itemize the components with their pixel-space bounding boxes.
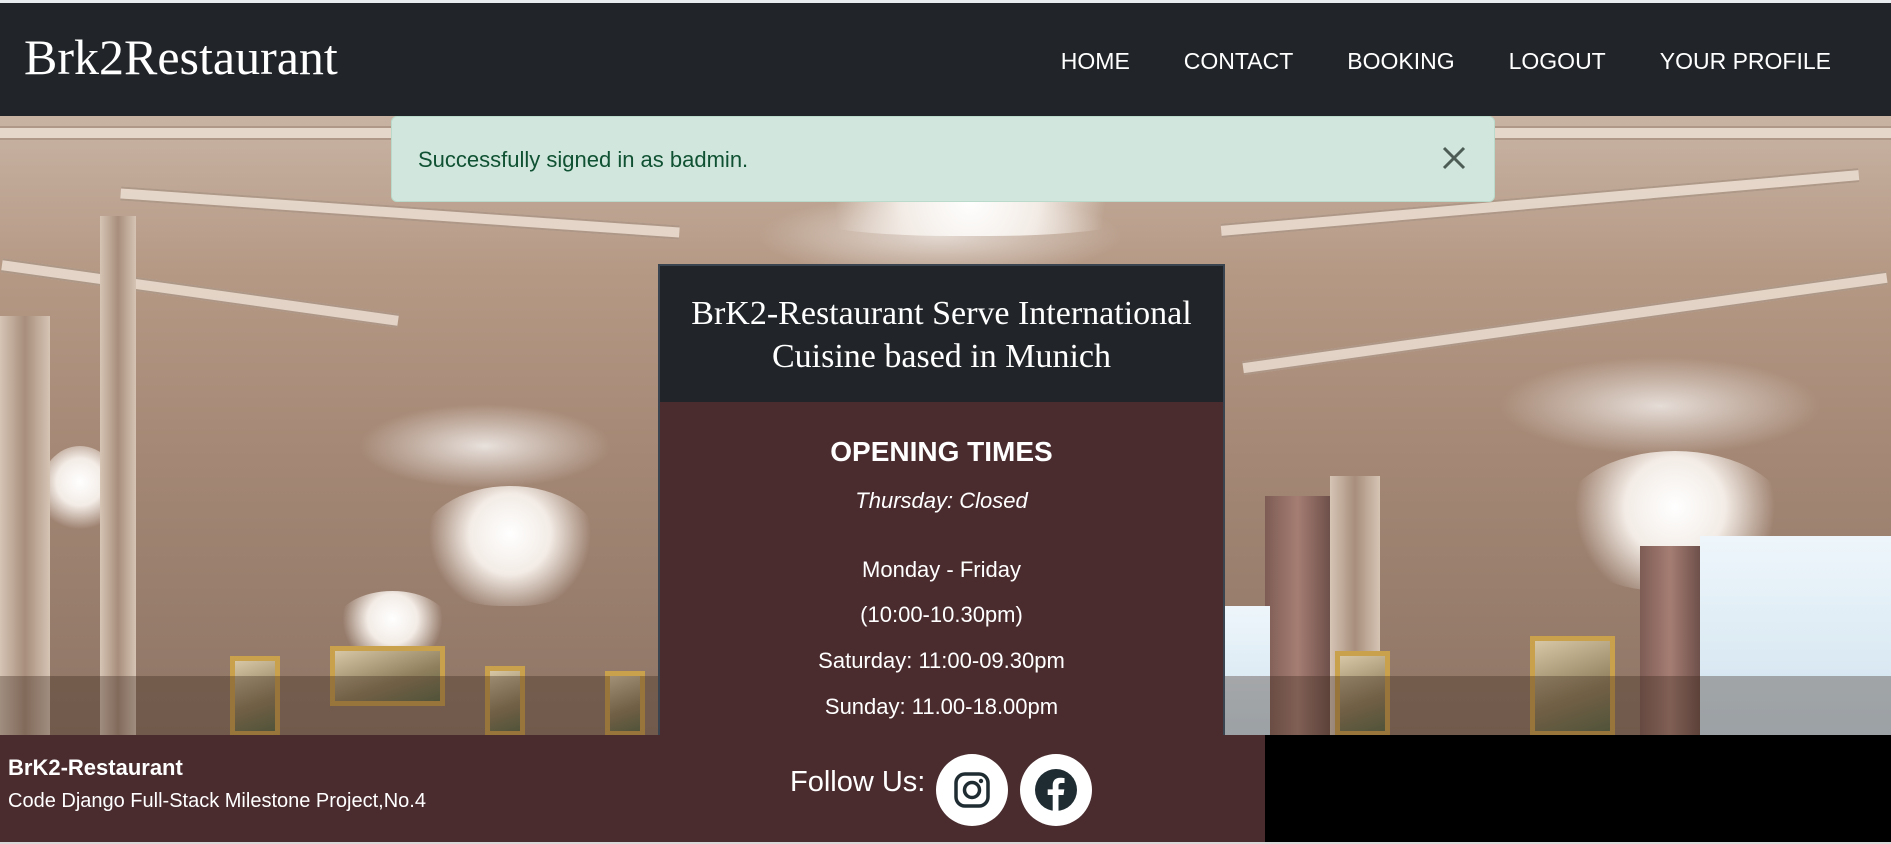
- footer: BrK2-Restaurant Code Django Full-Stack M…: [0, 735, 1891, 844]
- weekday-hours-text: (10:00-10.30pm): [860, 602, 1023, 627]
- footer-panel: BrK2-Restaurant Code Django Full-Stack M…: [0, 735, 1265, 842]
- brand-logo-link[interactable]: Brk2Restaurant: [24, 29, 338, 85]
- footer-title: BrK2-Restaurant: [8, 755, 183, 780]
- alert-message: Successfully signed in as badmin.: [418, 147, 749, 172]
- info-card: BrK2-Restaurant Serve International Cuis…: [658, 264, 1225, 735]
- ceiling-molding: [0, 258, 400, 328]
- close-icon-svg: [1442, 146, 1466, 170]
- opening-times-title: OPENING TIMES: [830, 436, 1053, 467]
- sunday-hours-text: Sunday: 11.00-18.00pm: [824, 694, 1059, 719]
- pillar: [100, 216, 136, 735]
- nav-link-your-profile[interactable]: YOUR PROFILE: [1660, 47, 1831, 75]
- footer-subtitle: Code Django Full-Stack Milestone Project…: [8, 790, 426, 812]
- pillar: [0, 316, 50, 735]
- instagram-icon: [954, 772, 990, 808]
- closed-day-text: Thursday: Closed: [855, 488, 1028, 513]
- instagram-link[interactable]: [936, 754, 1008, 826]
- facebook-icon: [1035, 769, 1077, 811]
- facebook-link[interactable]: [1020, 754, 1092, 826]
- chandelier: [420, 486, 600, 606]
- ceiling-molding: [1242, 270, 1888, 376]
- opening-times-panel: OPENING TIMES Thursday: Closed Monday - …: [660, 402, 1223, 735]
- follow-us-label: Follow Us:: [790, 766, 926, 798]
- success-alert: Successfully signed in as badmin.: [391, 116, 1495, 202]
- nav-link-logout[interactable]: LOGOUT: [1509, 47, 1606, 75]
- saturday-hours-text: Saturday: 11:00-09.30pm: [818, 648, 1065, 673]
- nav-link-booking[interactable]: BOOKING: [1347, 47, 1454, 75]
- close-icon[interactable]: [1438, 143, 1470, 175]
- nav-links: HOME CONTACT BOOKING LOGOUT YOUR PROFILE: [1007, 47, 1831, 75]
- nav-link-home[interactable]: HOME: [1061, 47, 1130, 75]
- card-heading: BrK2-Restaurant Serve International Cuis…: [660, 266, 1223, 402]
- weekday-days-text: Monday - Friday: [862, 557, 1021, 582]
- navbar: Brk2Restaurant HOME CONTACT BOOKING LOGO…: [0, 0, 1891, 116]
- nav-link-contact[interactable]: CONTACT: [1184, 47, 1293, 75]
